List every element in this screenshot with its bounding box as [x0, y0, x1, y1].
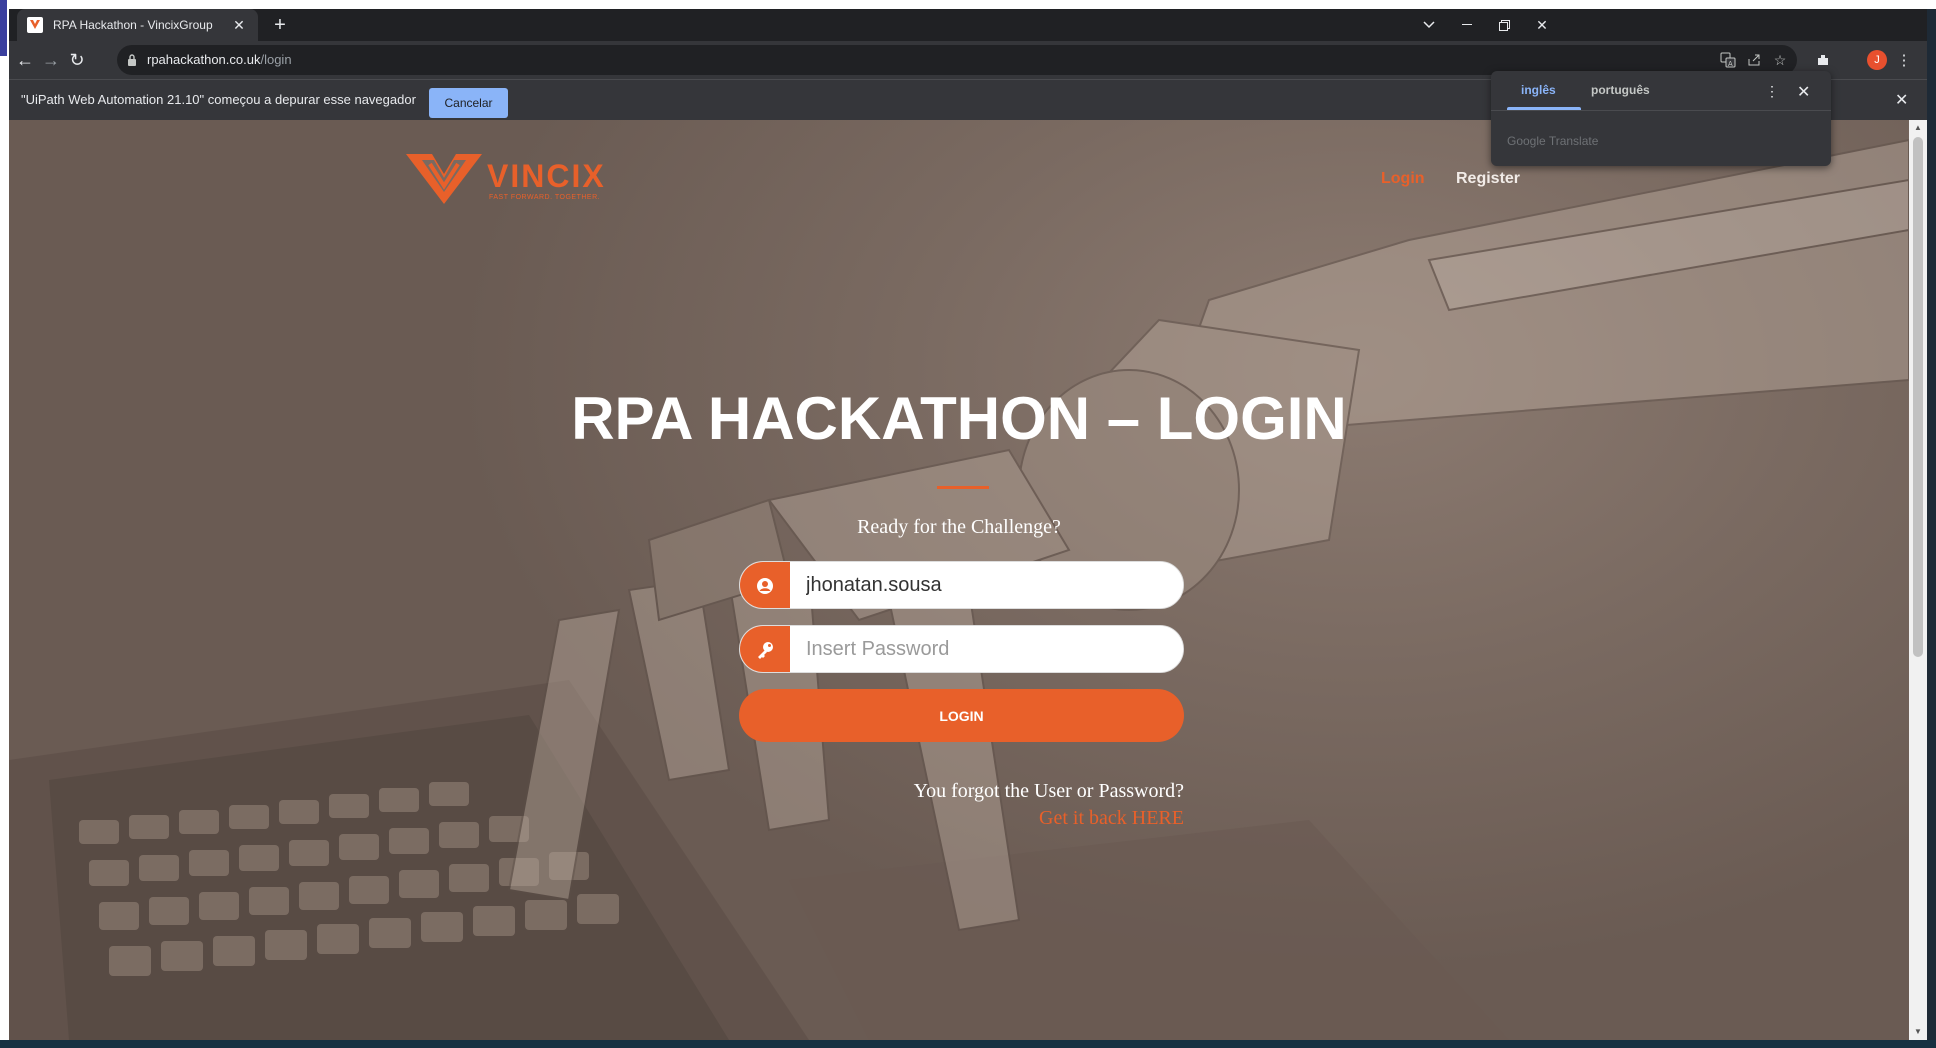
- close-window-icon[interactable]: ✕: [1519, 9, 1565, 41]
- username-input[interactable]: [790, 562, 1183, 608]
- tab-strip: RPA Hackathon - VincixGroup ✕ + ✕: [9, 9, 1927, 41]
- tab-title: RPA Hackathon - VincixGroup: [53, 18, 213, 32]
- new-tab-icon[interactable]: +: [268, 13, 292, 37]
- tab-close-icon[interactable]: ✕: [230, 17, 248, 34]
- scroll-down-icon[interactable]: ▼: [1909, 1024, 1927, 1040]
- vincix-logo[interactable]: VINCIX FAST FORWARD. TOGETHER.: [404, 150, 614, 210]
- page-title: RPA HACKATHON – LOGIN: [571, 385, 1347, 452]
- translate-close-icon[interactable]: ✕: [1797, 82, 1810, 102]
- translate-divider: [1491, 110, 1831, 111]
- scroll-up-icon[interactable]: ▲: [1909, 120, 1927, 136]
- vincix-favicon-icon: [27, 17, 43, 33]
- translate-tab-source[interactable]: inglês: [1521, 83, 1556, 97]
- key-icon: [740, 626, 790, 672]
- translate-tab-target[interactable]: português: [1591, 83, 1650, 97]
- menu-kebab-icon[interactable]: ⋮: [1894, 50, 1914, 70]
- password-input[interactable]: [790, 626, 1183, 672]
- reload-icon[interactable]: ↻: [63, 46, 91, 74]
- browser-window: RPA Hackathon - VincixGroup ✕ + ✕ ← → ↻ …: [9, 9, 1927, 1040]
- bookmark-star-icon[interactable]: ☆: [1770, 50, 1790, 70]
- logo-wordmark: VINCIX: [487, 158, 606, 194]
- title-divider: [937, 486, 989, 489]
- infobar-message: "UiPath Web Automation 21.10" começou a …: [21, 92, 416, 107]
- translate-icon[interactable]: A: [1718, 50, 1738, 70]
- desktop-accent: [0, 0, 7, 56]
- svg-text:A: A: [1728, 61, 1733, 68]
- infobar-close-icon[interactable]: ✕: [1895, 90, 1908, 110]
- taskbar-edge: [0, 1040, 1936, 1048]
- page-scrollbar[interactable]: ▲ ▼: [1909, 120, 1927, 1040]
- lock-icon[interactable]: [127, 53, 137, 71]
- translate-popup: inglês português ⋮ ✕ Google Translate: [1491, 71, 1831, 166]
- nav-register-link[interactable]: Register: [1456, 170, 1520, 188]
- recover-account-link[interactable]: Get it back HERE: [709, 807, 1184, 830]
- profile-avatar[interactable]: J: [1867, 50, 1887, 70]
- user-icon: [740, 562, 790, 608]
- extensions-icon[interactable]: [1813, 50, 1833, 70]
- vincix-mark-icon: [406, 154, 482, 204]
- desktop-top-edge: [9, 0, 1936, 9]
- page-content: VINCIX FAST FORWARD. TOGETHER. Login Reg…: [9, 120, 1909, 1040]
- scrollbar-thumb[interactable]: [1913, 137, 1923, 657]
- forgot-credentials-text: You forgot the User or Password?: [913, 780, 1184, 802]
- nav-login-link[interactable]: Login: [1381, 170, 1425, 188]
- translate-brand: Google Translate: [1507, 134, 1599, 148]
- desktop-left-edge: [0, 0, 9, 1048]
- page-subtitle: Ready for the Challenge?: [857, 516, 1061, 538]
- cancel-debug-button[interactable]: Cancelar: [429, 88, 508, 118]
- forward-icon[interactable]: →: [37, 46, 65, 74]
- back-icon[interactable]: ←: [11, 46, 39, 74]
- username-field: [739, 561, 1184, 609]
- logo-tagline: FAST FORWARD. TOGETHER.: [489, 194, 601, 201]
- password-field: [739, 625, 1184, 673]
- url-text: rpahackathon.co.uk/login: [147, 52, 292, 67]
- browser-tab[interactable]: RPA Hackathon - VincixGroup ✕: [17, 9, 258, 41]
- translate-options-icon[interactable]: ⋮: [1765, 83, 1779, 100]
- share-icon[interactable]: [1744, 50, 1764, 70]
- login-button[interactable]: LOGIN: [739, 689, 1184, 742]
